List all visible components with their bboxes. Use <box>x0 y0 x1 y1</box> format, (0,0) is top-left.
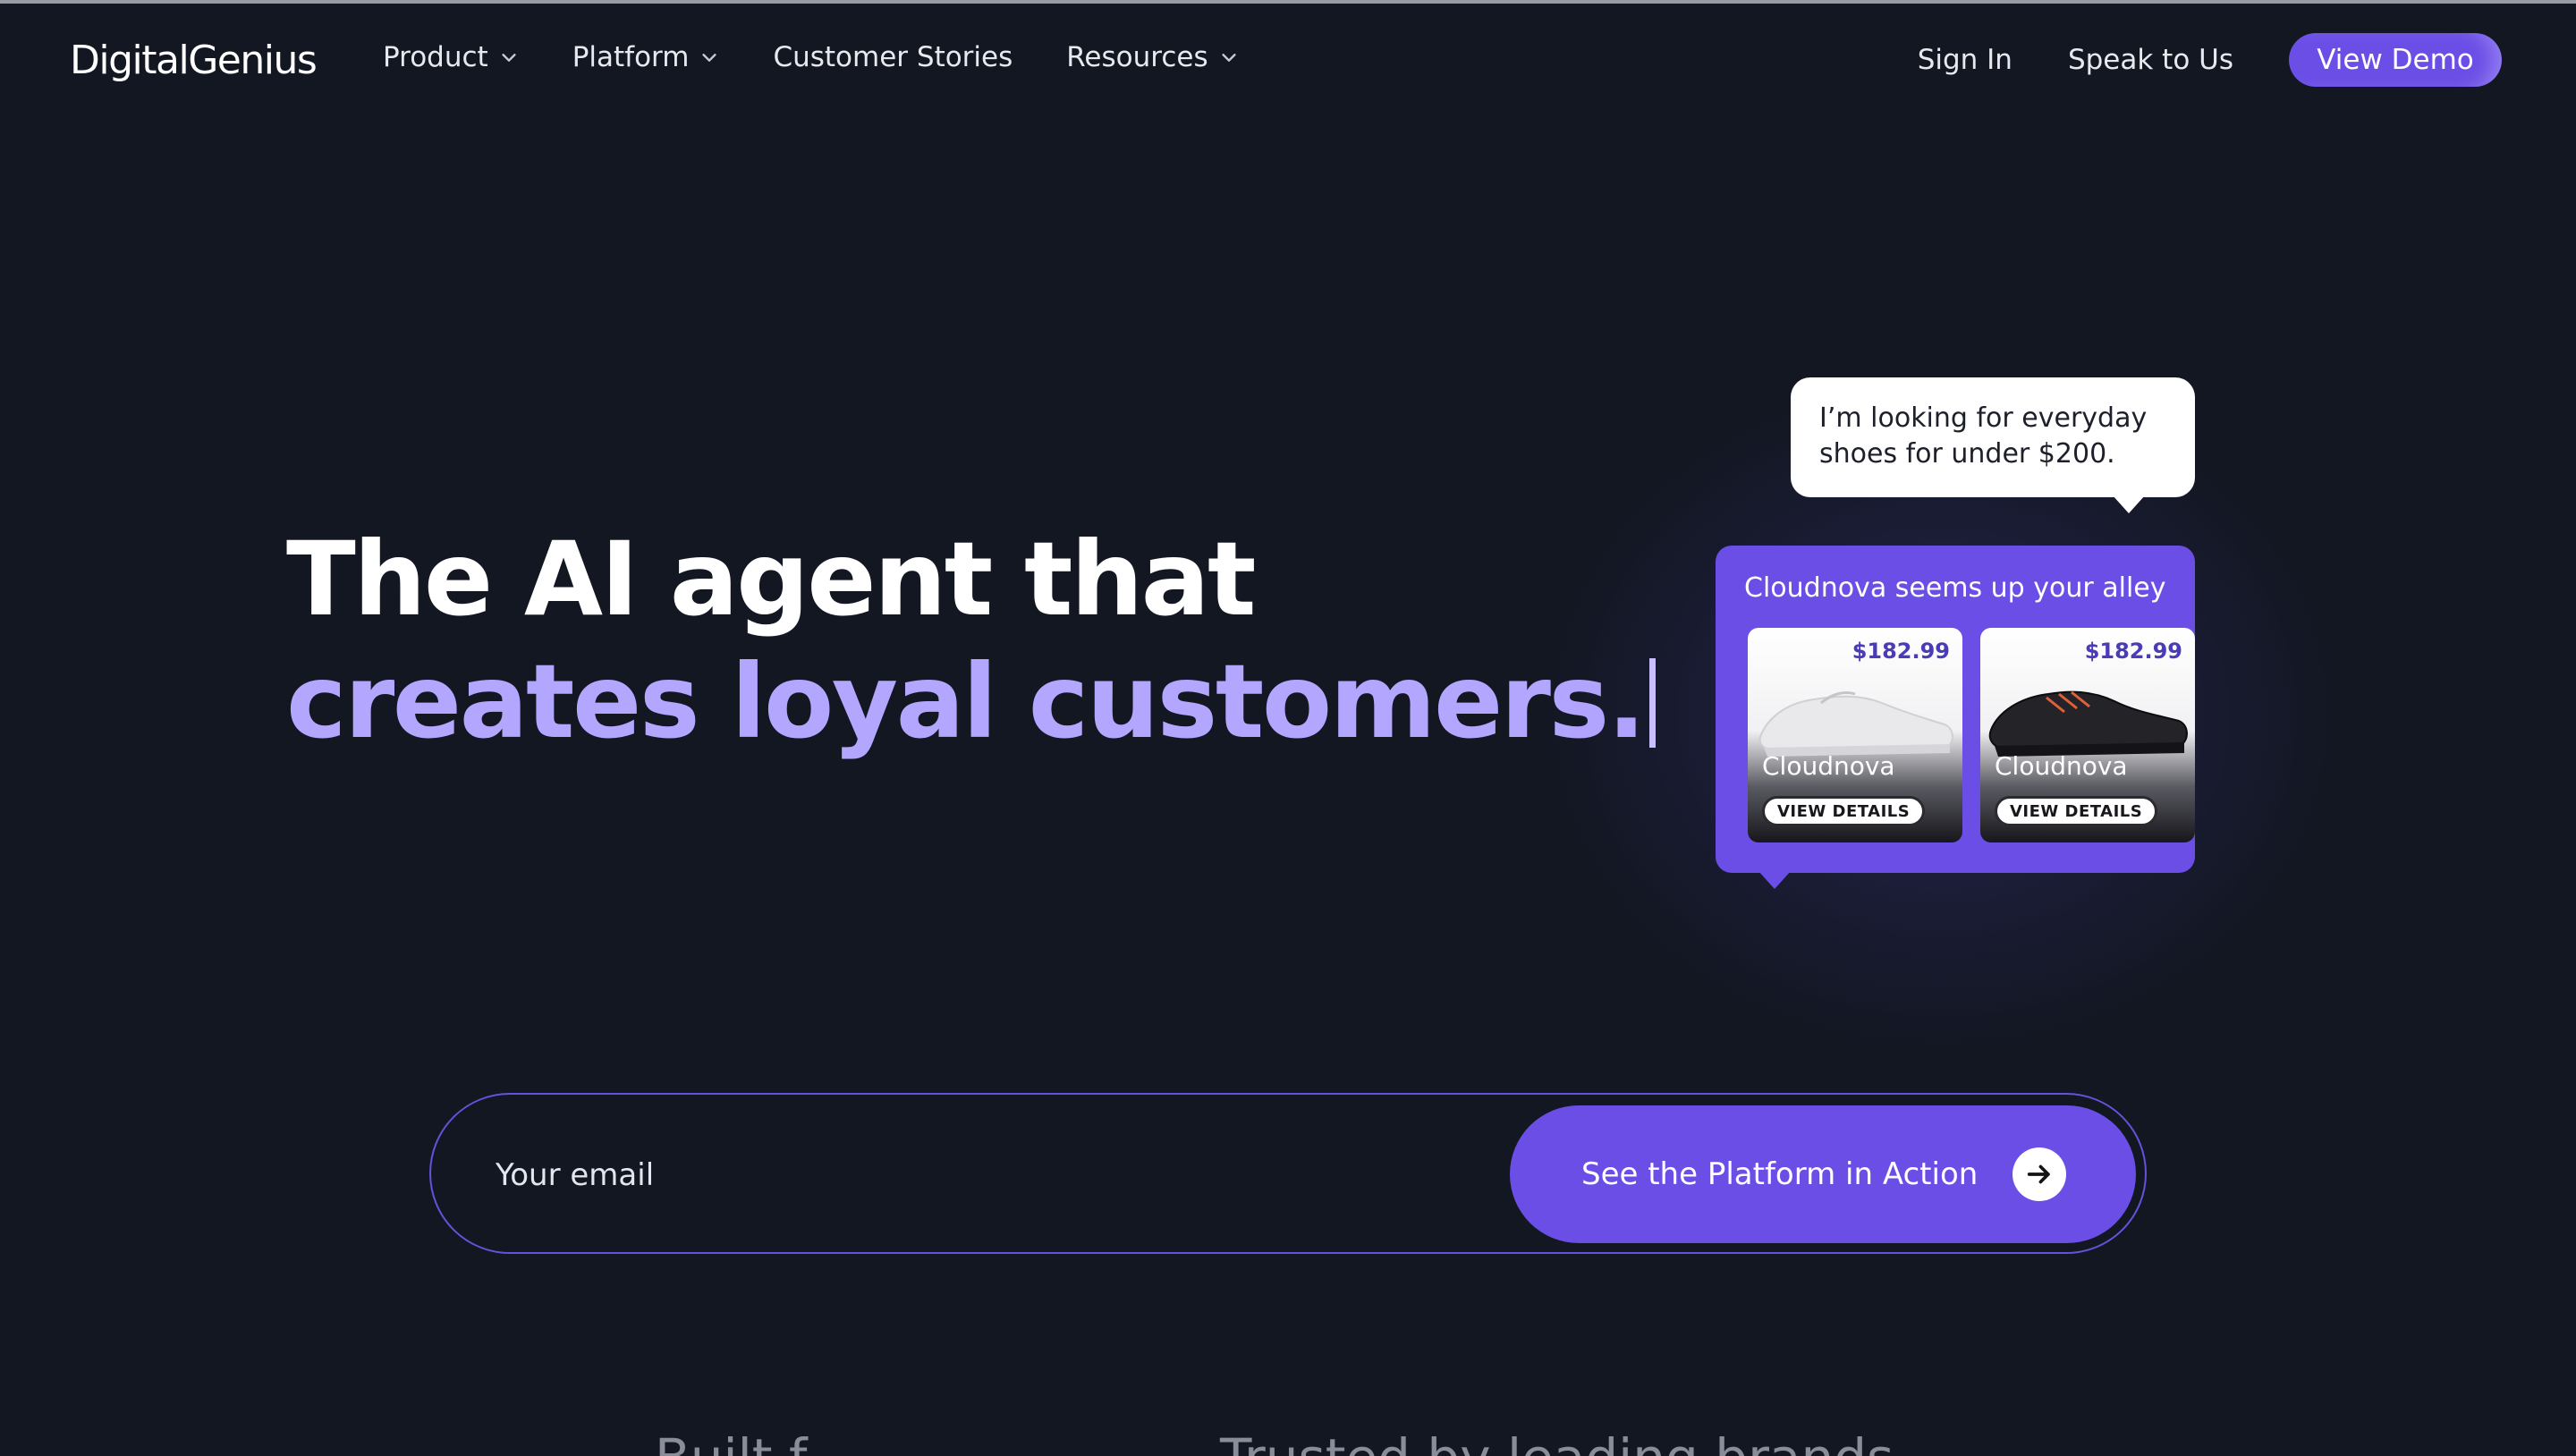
product-price: $182.99 <box>2084 639 2182 664</box>
nav-item-resources[interactable]: Resources <box>1066 41 1238 73</box>
nav-item-label: Customer Stories <box>773 41 1013 73</box>
view-details-button[interactable]: VIEW DETAILS <box>1995 796 2158 826</box>
logo[interactable]: DigitalGenius <box>70 38 318 83</box>
trusted-by-heading: Trusted by leading brands <box>1220 1427 1894 1456</box>
page: DigitalGenius Product Platform Customer … <box>0 0 2576 1456</box>
nav-item-label: Product <box>383 41 488 73</box>
chevron-down-icon <box>702 54 717 62</box>
hero-line-1: The AI agent that <box>286 520 1257 639</box>
chevron-down-icon <box>1222 54 1236 62</box>
hero-highlight-text: creates loyal customers. <box>286 641 1646 761</box>
see-platform-button[interactable]: See the Platform in Action <box>1510 1105 2136 1243</box>
nav-item-customer-stories[interactable]: Customer Stories <box>773 41 1013 73</box>
sign-in-link[interactable]: Sign In <box>1918 44 2012 76</box>
nav-item-platform[interactable]: Platform <box>572 41 720 73</box>
product-card[interactable]: $182.99 Cloudnova VIEW DETAILS <box>1748 628 1962 842</box>
section-heading-partial: Built f <box>655 1427 807 1456</box>
bot-message-text: Cloudnova seems up your alley <box>1744 572 2166 604</box>
nav-item-label: Platform <box>572 41 690 73</box>
main-nav: Product Platform Customer Stories Resour… <box>383 41 1292 73</box>
chevron-down-icon <box>502 54 516 62</box>
nav-item-label: Resources <box>1066 41 1208 73</box>
hero-headline: The AI agent that creates loyal customer… <box>286 519 1656 764</box>
view-details-button[interactable]: VIEW DETAILS <box>1762 796 1926 826</box>
product-name: Cloudnova <box>1995 751 2128 781</box>
hero-line-2: creates loyal customers. <box>286 641 1656 764</box>
view-demo-button[interactable]: View Demo <box>2289 33 2502 87</box>
email-input[interactable] <box>496 1148 1301 1202</box>
product-card[interactable]: $182.99 Cloudnova VIEW DETAILS <box>1980 628 2195 842</box>
nav-item-product[interactable]: Product <box>383 41 519 73</box>
header-actions: Sign In Speak to Us View Demo <box>1918 33 2502 87</box>
top-border <box>0 0 2576 4</box>
bot-message-bubble: Cloudnova seems up your alley $182.99 Cl… <box>1716 546 2195 873</box>
product-name: Cloudnova <box>1762 751 1895 781</box>
see-platform-label: See the Platform in Action <box>1581 1156 1979 1192</box>
user-message-bubble: I’m looking for everyday shoes for under… <box>1791 377 2195 513</box>
arrow-right-icon <box>2012 1147 2066 1201</box>
speak-to-us-link[interactable]: Speak to Us <box>2068 44 2233 76</box>
bot-bubble-tail <box>1758 871 1791 889</box>
user-message-text: I’m looking for everyday shoes for under… <box>1819 402 2148 470</box>
email-signup-form: See the Platform in Action <box>429 1093 2147 1254</box>
product-price: $182.99 <box>1852 639 1950 664</box>
